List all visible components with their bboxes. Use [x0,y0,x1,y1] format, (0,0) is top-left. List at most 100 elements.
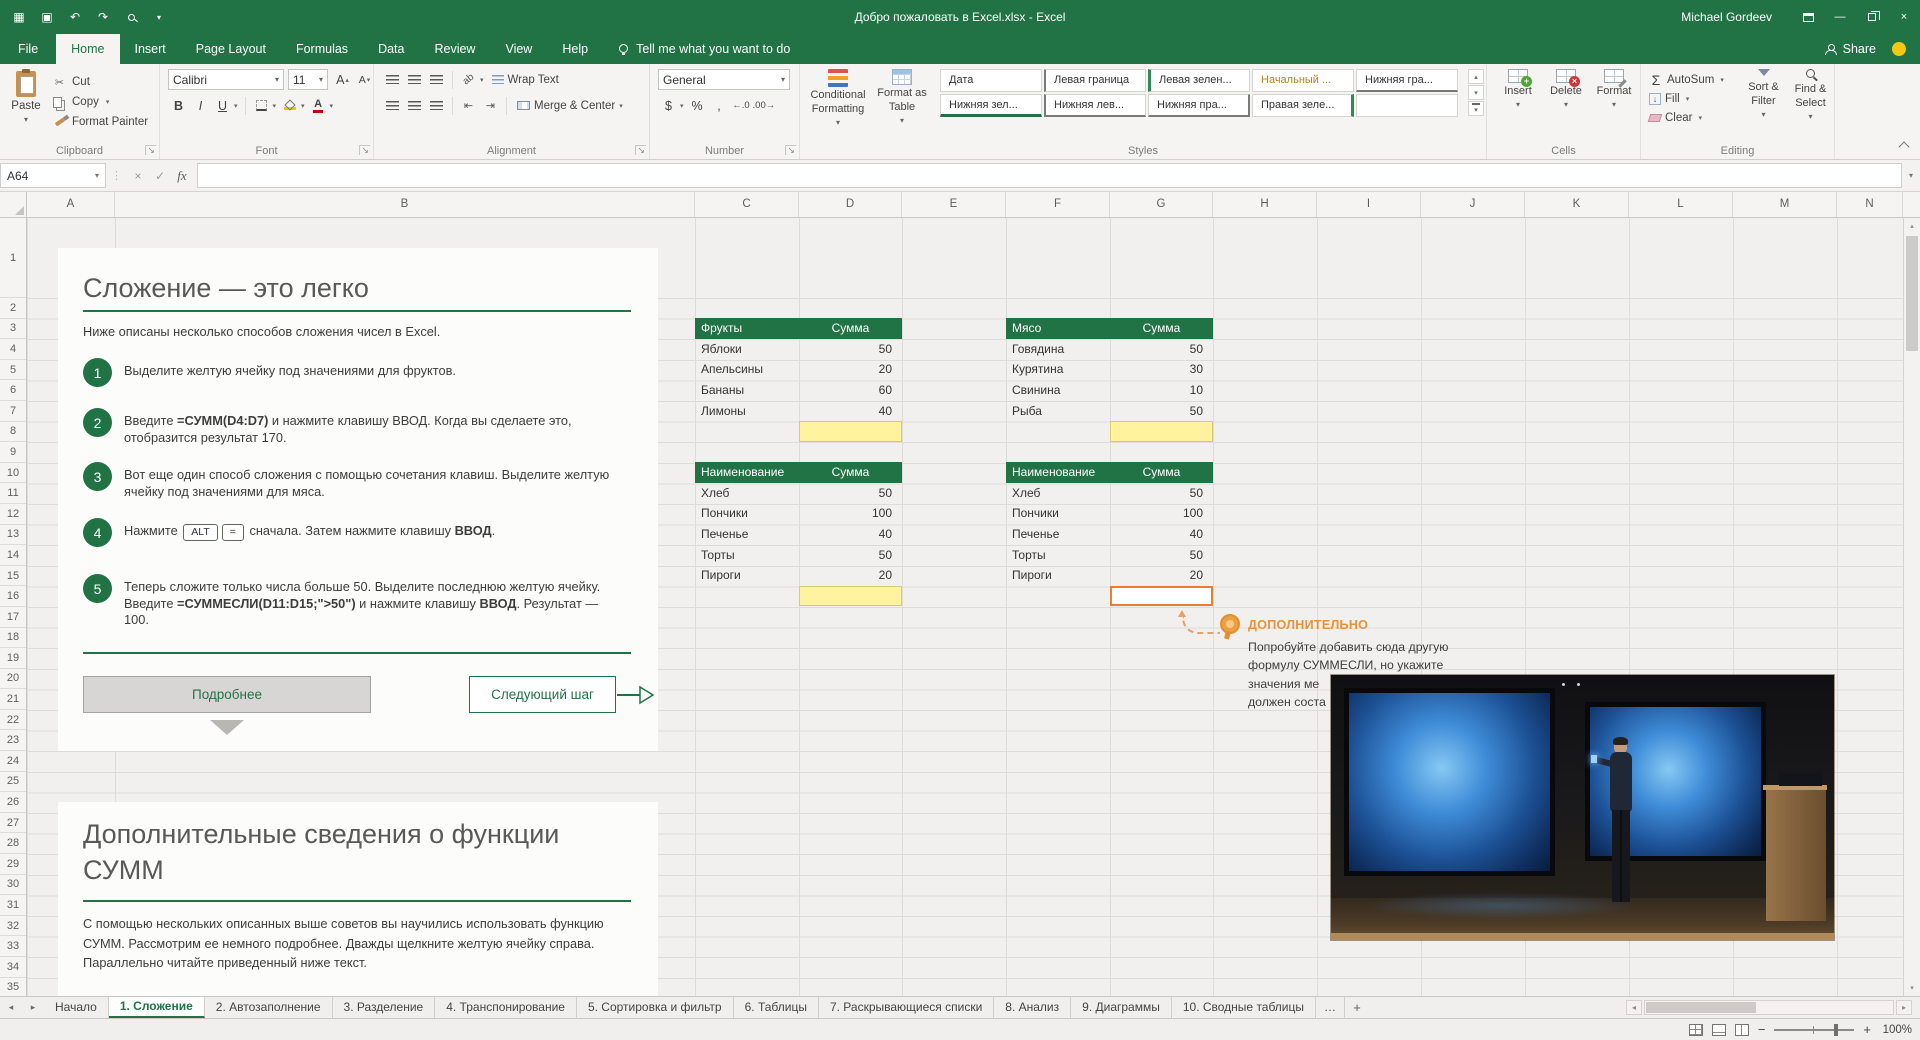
collapse-ribbon-button[interactable] [1898,141,1909,152]
ribbon-display-options-button[interactable] [1792,0,1824,34]
cell-style-blank[interactable] [1356,94,1458,117]
tab-help[interactable]: Help [547,34,603,64]
align-bottom-button[interactable] [426,69,447,90]
format-painter-button[interactable]: Format Painter [50,112,150,132]
fill-button[interactable]: ↓Fill▾ [1649,89,1724,108]
cell[interactable]: Рыба [1006,404,1110,418]
format-as-table-button[interactable]: Format as Table ▾ [872,69,932,127]
name-box[interactable]: A64 ▾ [0,163,106,188]
cell[interactable]: 100 [799,506,902,520]
header-cell[interactable]: Наименование [1006,465,1110,479]
cell-style-initial[interactable]: Начальный ... [1252,69,1354,92]
sheet-area[interactable]: 1234567891011121314151617181920212223242… [0,218,1920,996]
align-middle-button[interactable] [404,69,425,90]
orientation-button[interactable]: ab [458,69,479,90]
row-header-26[interactable]: 26 [0,792,26,813]
video-player[interactable] [1331,675,1834,940]
row-header-29[interactable]: 29 [0,854,26,875]
row-header-30[interactable]: 30 [0,875,26,896]
cell[interactable]: 40 [1110,527,1213,541]
feedback-smiley-icon[interactable] [1892,42,1906,56]
row-header-28[interactable]: 28 [0,833,26,854]
scrollbar-track[interactable] [1644,1000,1894,1015]
increase-font-button[interactable]: A▴ [332,69,353,90]
row-header-4[interactable]: 4 [0,339,26,360]
paste-button[interactable]: Paste ▾ [6,69,46,141]
cell[interactable]: Торты [1006,548,1110,562]
cell[interactable]: Апельсины [695,362,799,376]
row-header-16[interactable]: 16 [0,586,26,607]
italic-button[interactable]: I [190,95,211,116]
row-header-1[interactable]: 1 [0,218,26,298]
cell[interactable]: 50 [1110,548,1213,562]
zoom-out-button[interactable]: − [1758,1022,1766,1037]
cell[interactable]: Курятина [1006,362,1110,376]
cell[interactable]: Свинина [1006,383,1110,397]
normal-view-button[interactable] [1689,1024,1703,1036]
enter-button[interactable]: ✓ [149,169,171,183]
tab-view[interactable]: View [490,34,547,64]
cell-style-right-green[interactable]: Правая зеле... [1252,94,1354,117]
accounting-format-button[interactable]: $ [658,95,679,116]
bold-button[interactable]: B [168,95,189,116]
cell[interactable]: Пироги [695,568,799,582]
sheet-nav-right-button[interactable]: ▸ [22,997,44,1018]
insert-function-button[interactable]: fx [171,168,193,184]
number-dialog-launcher[interactable]: ↘ [785,145,796,155]
cell[interactable]: Торты [695,548,799,562]
scroll-right-arrow[interactable]: ▸ [1896,1000,1912,1015]
tab-insert[interactable]: Insert [120,34,181,64]
cell[interactable]: 30 [1110,362,1213,376]
copy-button[interactable]: Copy▾ [50,92,150,112]
header-cell[interactable]: Сумма [799,321,902,335]
align-top-button[interactable] [382,69,403,90]
row-header-25[interactable]: 25 [0,772,26,793]
zoom-in-button[interactable]: + [1863,1022,1871,1037]
next-step-button[interactable]: Следующий шаг [469,676,616,713]
percent-style-button[interactable]: % [687,95,708,116]
tab-data[interactable]: Data [363,34,419,64]
cell[interactable]: 10 [1110,383,1213,397]
sheet-tab-avtozapolnenie[interactable]: 2. Автозаполнение [205,997,333,1018]
format-cells-button[interactable]: Format ▾ [1591,69,1637,111]
row-header-31[interactable]: 31 [0,895,26,916]
row-header-11[interactable]: 11 [0,483,26,504]
cell[interactable]: Печенье [1006,527,1110,541]
cell-style-data[interactable]: Дата [940,69,1042,92]
borders-button[interactable] [251,95,272,116]
redo-button[interactable]: ↷ [96,10,110,24]
vertical-scrollbar[interactable]: ▴ ▾ [1903,218,1920,996]
font-family-select[interactable]: Calibri▾ [168,69,284,90]
cell[interactable]: Пироги [1006,568,1110,582]
cell[interactable]: Яблоки [695,342,799,356]
user-name[interactable]: Michael Gordeev [1681,10,1772,24]
sheet-tab-sortirovka[interactable]: 5. Сортировка и фильтр [577,997,734,1018]
input-cell-yellow[interactable] [799,586,902,607]
save-button[interactable]: ▣ [40,10,54,24]
underline-button[interactable]: U [212,95,233,116]
cell[interactable]: 100 [1110,506,1213,520]
row-header-22[interactable]: 22 [0,710,26,731]
gallery-scroll-up-button[interactable]: ▴ [1468,69,1484,84]
number-format-select[interactable]: General▾ [658,69,790,90]
column-header-l[interactable]: L [1629,192,1733,217]
more-button[interactable]: Подробнее [83,676,371,713]
increase-decimal-button[interactable]: ←.0 [731,95,752,116]
gallery-scroll-down-button[interactable]: ▾ [1468,85,1484,100]
cell[interactable]: Хлеб [695,486,799,500]
sheet-nav-left-button[interactable]: ◂ [0,997,22,1018]
column-header-a[interactable]: A [27,192,115,217]
font-size-select[interactable]: 11▾ [288,69,328,90]
print-preview-button[interactable] [124,14,138,21]
column-header-e[interactable]: E [902,192,1006,217]
select-all-corner[interactable] [0,192,27,217]
row-header-10[interactable]: 10 [0,463,26,484]
cell[interactable]: Бананы [695,383,799,397]
tab-file[interactable]: File [0,34,56,64]
font-color-button[interactable]: A [308,95,329,116]
row-header-32[interactable]: 32 [0,916,26,937]
cell-style-bottom-left[interactable]: Нижняя лев... [1044,94,1146,117]
drag-handle-icon[interactable]: ⋮ [106,169,127,182]
qat-customize-button[interactable]: ▾ [152,13,166,22]
row-header-3[interactable]: 3 [0,319,26,340]
